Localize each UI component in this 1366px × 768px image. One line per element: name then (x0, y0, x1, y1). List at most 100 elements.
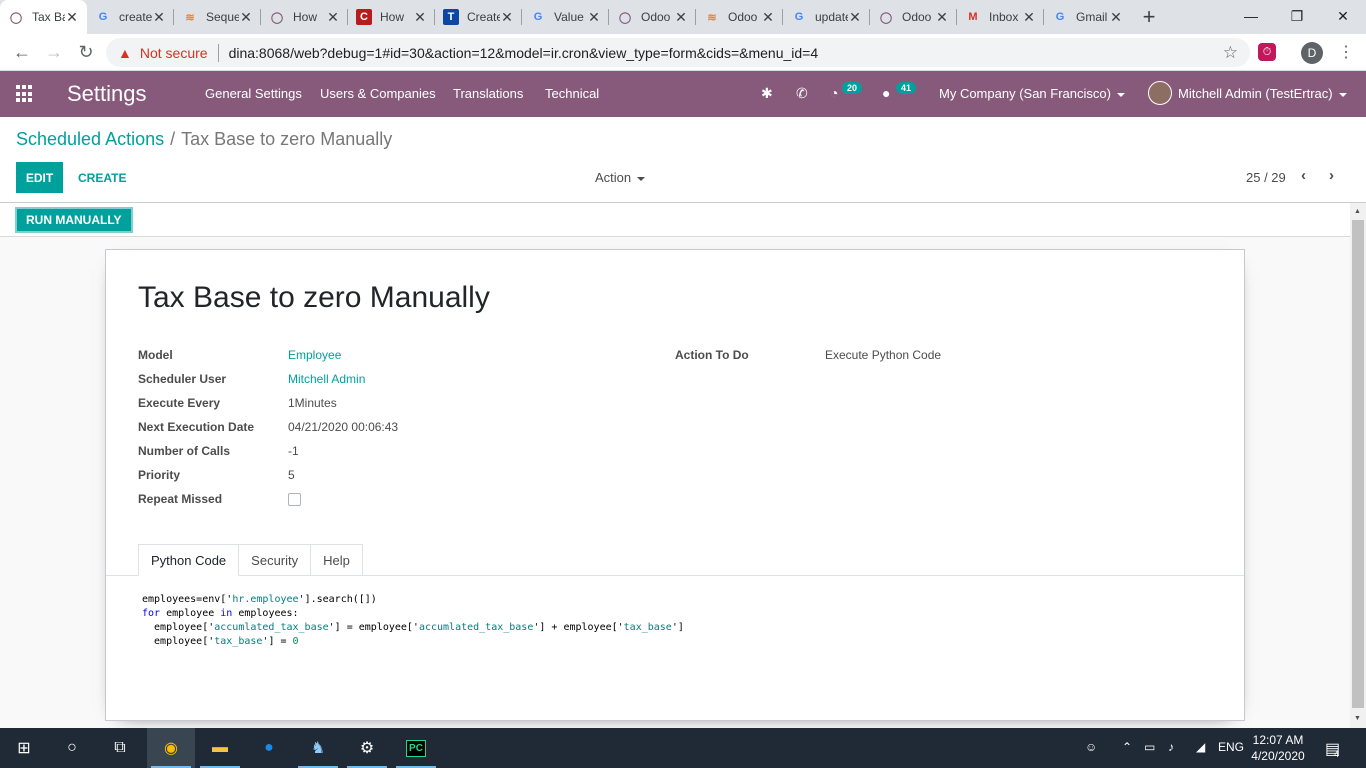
close-tab-icon[interactable]: ✕ (848, 9, 862, 26)
menu-users-companies[interactable]: Users & Companies (320, 86, 436, 101)
messaging-icon[interactable]: ● (882, 85, 890, 101)
not-secure-label[interactable]: Not secure (140, 45, 208, 61)
apps-menu-icon[interactable] (16, 85, 34, 103)
forward-button[interactable]: → (42, 40, 66, 64)
browser-tab[interactable]: ≋ Odoo ✕ (696, 0, 783, 34)
breadcrumb: Scheduled Actions / Tax Base to zero Manua… (16, 129, 392, 150)
browser-tab[interactable]: ◯ Tax Base to zero Manually - Odoo ✕ (0, 0, 87, 34)
app-brand[interactable]: Settings (67, 81, 147, 107)
chrome-icon[interactable]: ◉ (147, 728, 195, 768)
close-tab-icon[interactable]: ✕ (1022, 9, 1036, 26)
browser-tab[interactable]: G update ✕ (783, 0, 870, 34)
show-hidden-icons[interactable]: ⌃ (1122, 740, 1132, 754)
browser-tab[interactable]: C How ✕ (348, 0, 435, 34)
repeat-missed-checkbox[interactable] (288, 493, 301, 506)
run-manually-button[interactable]: RUN MANUALLY (15, 207, 133, 233)
odoo-icon: ◯ (879, 11, 893, 24)
tab-help[interactable]: Help (310, 544, 363, 576)
system-clock[interactable]: 12:07 AM 4/20/2020 (1248, 732, 1308, 764)
browser-menu-icon[interactable]: ⋮ (1338, 42, 1354, 62)
pager-value[interactable]: 25 / 29 (1246, 170, 1286, 185)
browser-tab[interactable]: G Value ✕ (522, 0, 609, 34)
debug-bug-icon[interactable]: ✱ (761, 85, 773, 102)
close-window-button[interactable]: ✕ (1320, 0, 1366, 32)
reload-button[interactable]: ↻ (74, 40, 98, 64)
close-tab-icon[interactable]: ✕ (152, 9, 166, 26)
bookmark-star-icon[interactable]: ☆ (1223, 43, 1238, 63)
model-value-link[interactable]: Employee (288, 348, 341, 362)
scheduler-user-link[interactable]: Mitchell Admin (288, 372, 365, 386)
menu-technical[interactable]: Technical (545, 86, 599, 101)
close-tab-icon[interactable]: ✕ (935, 9, 949, 26)
scroll-thumb[interactable] (1352, 220, 1364, 708)
action-to-do-label: Action To Do (675, 348, 749, 362)
browser-tab[interactable]: T Create ✕ (435, 0, 522, 34)
file-explorer-icon[interactable]: ▬ (196, 728, 244, 768)
close-tab-icon[interactable]: ✕ (326, 9, 340, 26)
create-button[interactable]: CREATE (70, 162, 134, 193)
tab-title: create (119, 10, 152, 24)
windows-taskbar: ⊞ ○ ⧉ ◉ ▬ ● ♞ ⚙ PC ☺ ⌃ ▭ ♪ ◢ ENG 12:07 A… (0, 728, 1366, 768)
close-tab-icon[interactable]: ✕ (65, 9, 79, 26)
user-menu[interactable]: Mitchell Admin (TestErtrac) (1178, 86, 1347, 101)
browser-tab[interactable]: ◯ Odoo ✕ (609, 0, 696, 34)
pycharm-icon[interactable]: PC (392, 728, 440, 768)
tab-security[interactable]: Security (238, 544, 312, 576)
close-tab-icon[interactable]: ✕ (1109, 9, 1123, 26)
battery-icon[interactable]: ▭ (1144, 740, 1155, 754)
close-tab-icon[interactable]: ✕ (413, 9, 427, 26)
pager-next-icon[interactable]: › (1329, 167, 1334, 184)
back-button[interactable]: ← (10, 40, 34, 64)
odoo-icon: ◯ (270, 11, 284, 24)
page-scrollbar[interactable]: ▲ ▼ (1350, 203, 1366, 728)
language-indicator[interactable]: ENG (1218, 740, 1244, 754)
close-tab-icon[interactable]: ✕ (500, 9, 514, 26)
new-tab-button[interactable]: + (1131, 0, 1167, 34)
action-dropdown-label: Action (595, 170, 632, 185)
extension-icon[interactable]: ⏱ (1258, 43, 1276, 61)
record-title: Tax Base to zero Manually (138, 281, 490, 314)
url-text[interactable]: dina:8068/web?debug=1#id=30&action=12&mo… (229, 45, 819, 61)
browser-tab[interactable]: ≋ Sequence ✕ (174, 0, 261, 34)
breadcrumb-parent-link[interactable]: Scheduled Actions (16, 129, 164, 149)
browser-tab[interactable]: ◯ Odoo ✕ (870, 0, 957, 34)
stackoverflow-icon: ≋ (185, 11, 195, 24)
scroll-up-icon[interactable]: ▲ (1354, 208, 1361, 215)
activity-clock-icon[interactable]: ◔ (830, 85, 838, 101)
people-icon[interactable]: ☺ (1085, 740, 1097, 754)
close-tab-icon[interactable]: ✕ (674, 9, 688, 26)
pager-previous-icon[interactable]: ‹ (1301, 167, 1306, 184)
profile-avatar[interactable]: D (1301, 42, 1323, 64)
wifi-icon[interactable]: ◢ (1196, 740, 1205, 754)
close-tab-icon[interactable]: ✕ (239, 9, 253, 26)
chevron-down-icon (637, 176, 646, 181)
browser-tab[interactable]: M Inbox ✕ (957, 0, 1044, 34)
action-dropdown[interactable]: Action (595, 170, 646, 185)
user-avatar[interactable] (1148, 81, 1172, 105)
windows-start-icon[interactable]: ⊞ (0, 728, 48, 768)
tab-title: Odoo (728, 10, 758, 24)
tab-python-code[interactable]: Python Code (138, 544, 240, 576)
scroll-down-icon[interactable]: ▼ (1354, 715, 1361, 722)
postgres-icon[interactable]: ♞ (294, 728, 342, 768)
cortana-icon[interactable]: ○ (48, 728, 96, 768)
company-switcher[interactable]: My Company (San Francisco) (939, 86, 1125, 101)
minimize-window-button[interactable]: — (1228, 0, 1274, 32)
restore-window-button[interactable]: ❐ (1274, 0, 1320, 32)
settings-icon[interactable]: ⚙ (343, 728, 391, 768)
menu-general-settings[interactable]: General Settings (205, 86, 302, 101)
volume-icon[interactable]: ♪ (1168, 740, 1174, 754)
maps-icon[interactable]: ● (245, 728, 293, 768)
browser-tab[interactable]: G create ✕ (87, 0, 174, 34)
notification-center-icon[interactable]: ▤4 (1325, 739, 1345, 759)
browser-tab[interactable]: G Gmail ✕ (1044, 0, 1131, 34)
browser-tab[interactable]: ◯ How ✕ (261, 0, 348, 34)
menu-translations[interactable]: Translations (453, 86, 523, 101)
task-view-icon[interactable]: ⧉ (96, 728, 144, 768)
phone-icon[interactable]: ✆ (796, 85, 808, 102)
close-tab-icon[interactable]: ✕ (587, 9, 601, 26)
close-tab-icon[interactable]: ✕ (761, 9, 775, 26)
edit-button[interactable]: EDIT (16, 162, 63, 193)
address-bar[interactable]: ▲ Not secure dina:8068/web?debug=1#id=30… (106, 38, 1250, 67)
python-code-editor[interactable]: employees=env['hr.employee'].search([]) f… (142, 593, 684, 649)
